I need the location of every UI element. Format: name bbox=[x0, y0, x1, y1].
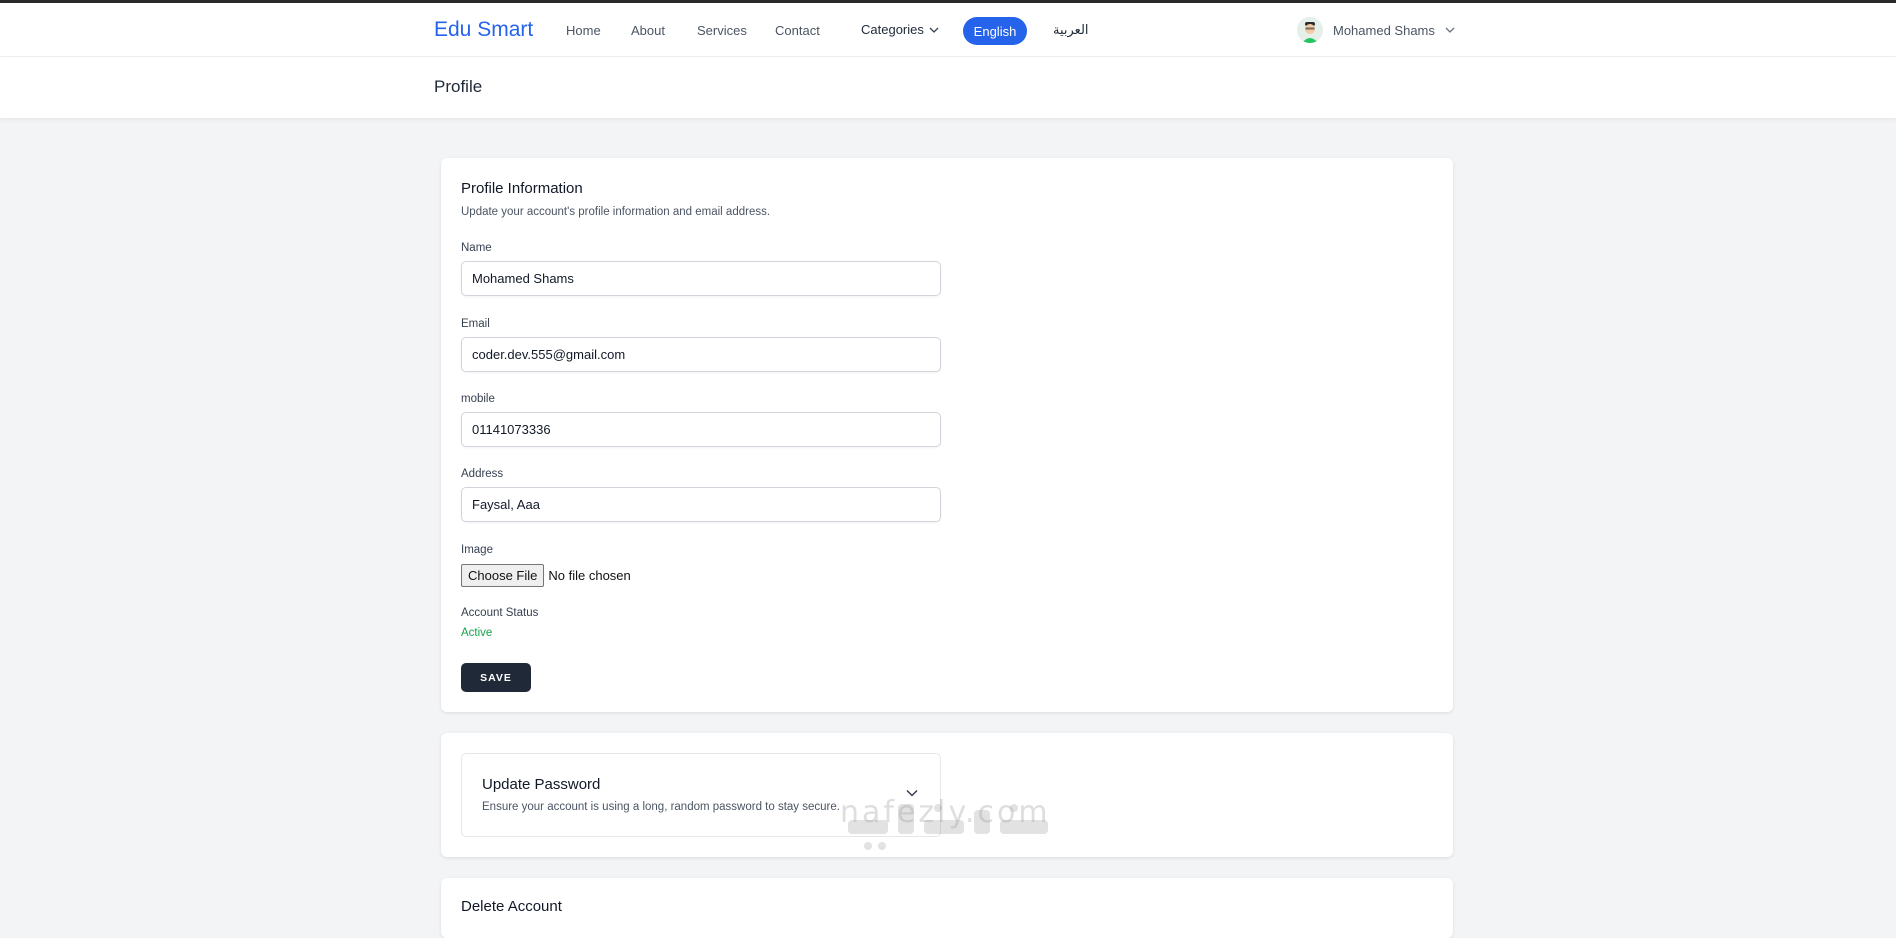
image-label: Image bbox=[461, 544, 493, 556]
nav-services-link[interactable]: Services bbox=[697, 23, 747, 38]
profile-section-description: Update your account's profile informatio… bbox=[461, 206, 771, 218]
profile-section-title: Profile Information bbox=[461, 180, 583, 197]
nav-home-link[interactable]: Home bbox=[566, 23, 601, 38]
categories-dropdown[interactable]: Categories bbox=[861, 22, 939, 37]
choose-file-button[interactable]: Choose File bbox=[461, 564, 545, 587]
profile-information-card: Profile Information Update your account'… bbox=[441, 158, 1453, 712]
mobile-input[interactable] bbox=[461, 412, 941, 447]
lang-english-button[interactable]: English bbox=[963, 17, 1027, 45]
password-section-description: Ensure your account is using a long, ran… bbox=[482, 801, 840, 813]
page-header: Profile bbox=[0, 57, 1896, 118]
brand-logo[interactable]: Edu Smart bbox=[434, 18, 533, 42]
user-name: Mohamed Shams bbox=[1333, 22, 1435, 38]
nav-about-link[interactable]: About bbox=[631, 23, 665, 38]
address-label: Address bbox=[461, 468, 504, 480]
avatar bbox=[1297, 17, 1323, 43]
account-status-label: Account Status bbox=[461, 607, 539, 619]
account-status-value: Active bbox=[461, 627, 493, 639]
categories-label: Categories bbox=[861, 22, 924, 37]
delete-section-title: Delete Account bbox=[461, 898, 562, 915]
watermark-text: nafezly.com bbox=[840, 795, 1051, 830]
avatar-icon bbox=[1297, 17, 1323, 43]
email-input[interactable] bbox=[461, 337, 941, 372]
file-status-text: No file chosen bbox=[548, 568, 631, 583]
save-button[interactable]: SAVE bbox=[461, 663, 531, 692]
image-file-input[interactable]: Choose File No file chosen bbox=[461, 564, 631, 587]
delete-account-card: Delete Account bbox=[441, 878, 1453, 938]
chevron-down-icon bbox=[1445, 27, 1455, 33]
lang-arabic-link[interactable]: العربية bbox=[1053, 22, 1089, 38]
user-menu[interactable]: Mohamed Shams bbox=[1297, 17, 1455, 43]
email-label: Email bbox=[461, 318, 490, 330]
nav-contact-link[interactable]: Contact bbox=[775, 23, 820, 38]
chevron-down-icon bbox=[929, 27, 939, 33]
password-section-title: Update Password bbox=[482, 776, 601, 793]
top-navbar: Edu Smart Home About Services Contact Ca… bbox=[0, 0, 1896, 57]
name-input[interactable] bbox=[461, 261, 941, 296]
name-label: Name bbox=[461, 242, 492, 254]
mobile-label: mobile bbox=[461, 393, 495, 405]
address-input[interactable] bbox=[461, 487, 941, 522]
page-title: Profile bbox=[434, 77, 483, 96]
